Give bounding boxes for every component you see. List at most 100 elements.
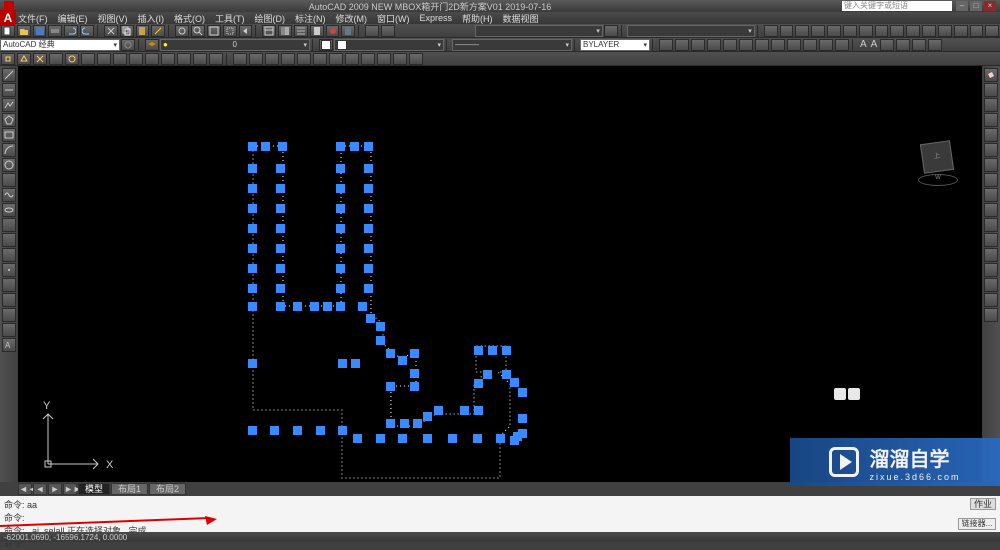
dim-tolerance-icon[interactable] xyxy=(970,25,984,37)
hatch-tool-icon[interactable] xyxy=(2,278,16,292)
ucs-z-icon[interactable] xyxy=(345,53,359,65)
offset-icon[interactable] xyxy=(707,39,721,51)
color-control[interactable] xyxy=(319,39,333,51)
field-icon[interactable] xyxy=(928,39,942,51)
menu-modify[interactable]: 修改(M) xyxy=(336,12,368,25)
snap-node-icon[interactable] xyxy=(161,53,175,65)
tab-nav-last[interactable]: ►► xyxy=(63,483,77,495)
copy-tool-icon[interactable] xyxy=(984,83,998,97)
menu-view[interactable]: 视图(V) xyxy=(98,12,128,25)
ucs-y-icon[interactable] xyxy=(393,53,407,65)
mtext-icon[interactable]: A xyxy=(2,338,16,352)
workspace-dropdown[interactable]: AutoCAD 经典 xyxy=(0,39,120,51)
ucs-object-icon[interactable] xyxy=(297,53,311,65)
drawing-canvas[interactable]: X Y xyxy=(18,66,982,482)
extend-tool-icon[interactable] xyxy=(984,218,998,232)
dim-ordinate-icon[interactable] xyxy=(811,25,825,37)
text-a2-icon[interactable]: A xyxy=(871,39,878,50)
redo-icon[interactable] xyxy=(80,25,94,37)
snap-nearest-icon[interactable] xyxy=(177,53,191,65)
ucs-x-icon[interactable] xyxy=(377,53,391,65)
menu-tools[interactable]: 工具(T) xyxy=(215,12,245,25)
copy-icon[interactable] xyxy=(120,25,134,37)
rectangle-icon[interactable] xyxy=(2,128,16,142)
workspace-settings-icon[interactable] xyxy=(121,39,135,51)
break-icon[interactable] xyxy=(835,39,849,51)
dim-jogged-icon[interactable] xyxy=(843,25,857,37)
rotate-icon[interactable] xyxy=(755,39,769,51)
zoom-prev-icon[interactable] xyxy=(239,25,253,37)
menu-draw[interactable]: 绘图(D) xyxy=(255,12,286,25)
break-at-point-icon[interactable] xyxy=(984,233,998,247)
snap-none-icon[interactable] xyxy=(193,53,207,65)
trim-icon[interactable] xyxy=(803,39,817,51)
print-icon[interactable] xyxy=(48,25,62,37)
properties-icon[interactable] xyxy=(262,25,276,37)
stretch-tool-icon[interactable] xyxy=(984,188,998,202)
extend-icon[interactable] xyxy=(819,39,833,51)
trim-tool-icon[interactable] xyxy=(984,203,998,217)
menu-file[interactable]: 文件(F) xyxy=(18,12,48,25)
match-prop-icon[interactable] xyxy=(151,25,165,37)
ucs-apply-icon[interactable] xyxy=(409,53,423,65)
maximize-button[interactable]: □ xyxy=(970,1,982,11)
block-icon[interactable] xyxy=(365,25,379,37)
linetype-dropdown[interactable] xyxy=(627,25,755,37)
snap-quadrant-icon[interactable] xyxy=(81,53,95,65)
viewcube-compass[interactable]: W xyxy=(918,174,958,186)
tab-nav-first[interactable]: ◄◄ xyxy=(18,483,32,495)
ucs-face-icon[interactable] xyxy=(281,53,295,65)
new-icon[interactable] xyxy=(1,25,15,37)
table-icon[interactable] xyxy=(880,39,894,51)
line-icon[interactable] xyxy=(2,68,16,82)
make-block-icon[interactable] xyxy=(2,248,16,262)
zoom-icon[interactable] xyxy=(191,25,205,37)
ucs-world-icon[interactable] xyxy=(249,53,263,65)
mirror-tool-icon[interactable] xyxy=(984,98,998,112)
array-icon[interactable] xyxy=(723,39,737,51)
region-icon[interactable] xyxy=(912,39,926,51)
dim-radius-icon[interactable] xyxy=(827,25,841,37)
application-menu-button[interactable]: A xyxy=(0,10,16,26)
circle-icon[interactable] xyxy=(2,158,16,172)
tab-layout2[interactable]: 布局2 xyxy=(149,483,186,495)
layer-props-icon[interactable] xyxy=(145,39,159,51)
erase-tool-icon[interactable] xyxy=(984,68,998,82)
dim-quick-icon[interactable] xyxy=(890,25,904,37)
layer-state-dropdown[interactable] xyxy=(475,25,603,37)
dim-linear-icon[interactable] xyxy=(764,25,778,37)
menu-window[interactable]: 窗口(W) xyxy=(377,12,410,25)
spline-icon[interactable] xyxy=(2,188,16,202)
copy-obj-icon[interactable] xyxy=(675,39,689,51)
save-icon[interactable] xyxy=(33,25,47,37)
scale-tool-icon[interactable] xyxy=(984,173,998,187)
ucs-3point-icon[interactable] xyxy=(361,53,375,65)
snap-perp-icon[interactable] xyxy=(113,53,127,65)
viewcube[interactable]: 上 W xyxy=(918,136,958,186)
move-tool-icon[interactable] xyxy=(984,143,998,157)
tab-model[interactable]: 模型 xyxy=(78,483,110,495)
stretch-icon[interactable] xyxy=(787,39,801,51)
snap-midpoint-icon[interactable] xyxy=(17,53,31,65)
layer-prev-icon[interactable] xyxy=(604,25,618,37)
ucs-origin-icon[interactable] xyxy=(329,53,343,65)
explode-icon[interactable] xyxy=(984,308,998,322)
offset-tool-icon[interactable] xyxy=(984,113,998,127)
snap-endpoint-icon[interactable] xyxy=(1,53,15,65)
scale-icon[interactable] xyxy=(771,39,785,51)
point-icon[interactable] xyxy=(2,263,16,277)
menu-edit[interactable]: 编辑(E) xyxy=(58,12,88,25)
snap-insert-icon[interactable] xyxy=(145,53,159,65)
dim-baseline-icon[interactable] xyxy=(906,25,920,37)
polyline-icon[interactable] xyxy=(2,98,16,112)
region-tool-icon[interactable] xyxy=(2,308,16,322)
menu-dimension[interactable]: 标注(N) xyxy=(295,12,326,25)
dim-space-icon[interactable] xyxy=(938,25,952,37)
block-edit-icon[interactable] xyxy=(381,25,395,37)
sheet-set-icon[interactable] xyxy=(310,25,324,37)
tab-nav-prev[interactable]: ◄ xyxy=(33,483,47,495)
design-center-icon[interactable] xyxy=(278,25,292,37)
snap-parallel-icon[interactable] xyxy=(129,53,143,65)
paste-icon[interactable] xyxy=(136,25,150,37)
tab-nav-next[interactable]: ► xyxy=(48,483,62,495)
